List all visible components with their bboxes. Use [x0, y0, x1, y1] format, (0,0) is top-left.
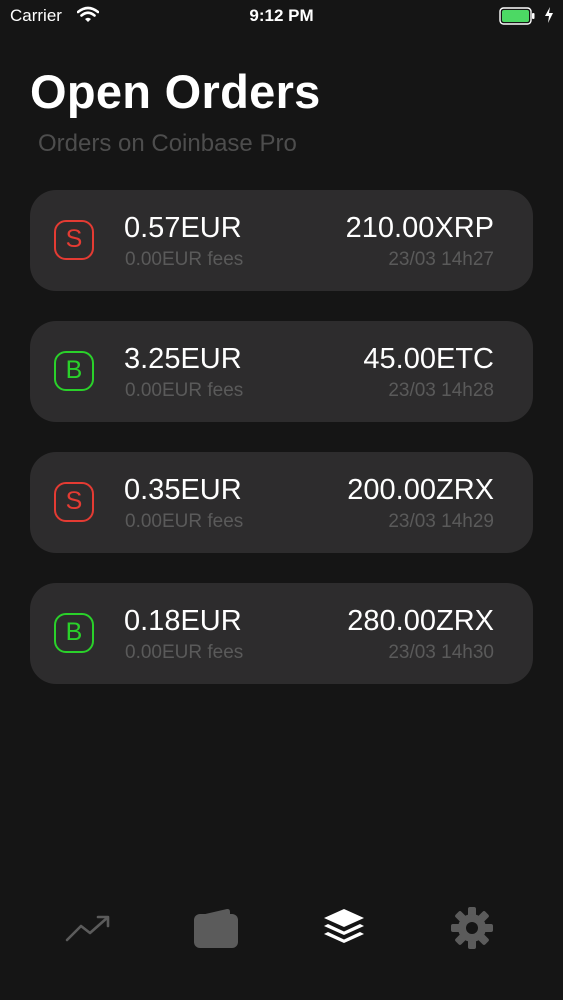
order-datetime: 23/03 14h28: [388, 380, 494, 401]
order-fees: 0.00EUR fees: [125, 511, 244, 532]
tab-orders[interactable]: [314, 900, 374, 960]
order-card[interactable]: B 3.25EUR 0.00EUR fees 45.00ETC 23/03 14…: [30, 321, 533, 422]
status-bar: Carrier 9:12 PM: [0, 0, 563, 32]
order-card[interactable]: S 0.35EUR 0.00EUR fees 200.00ZRX 23/03 1…: [30, 452, 533, 553]
battery-icon: [499, 7, 535, 30]
order-fees: 0.00EUR fees: [125, 380, 244, 401]
order-quantity: 200.00ZRX: [347, 474, 494, 506]
tab-charts[interactable]: [60, 900, 120, 960]
wallet-icon: [193, 907, 239, 954]
page-subtitle: Orders on Coinbase Pro: [38, 130, 297, 157]
gear-icon: [450, 906, 494, 955]
order-amount: 0.35EUR: [124, 474, 242, 506]
order-card[interactable]: B 0.18EUR 0.00EUR fees 280.00ZRX 23/03 1…: [30, 583, 533, 684]
order-card[interactable]: S 0.57EUR 0.00EUR fees 210.00XRP 23/03 1…: [30, 190, 533, 291]
order-fees: 0.00EUR fees: [125, 642, 244, 663]
order-datetime: 23/03 14h30: [388, 642, 494, 663]
order-amount: 3.25EUR: [124, 343, 242, 375]
order-quantity: 210.00XRP: [345, 212, 494, 244]
orders-list: S 0.57EUR 0.00EUR fees 210.00XRP 23/03 1…: [30, 190, 533, 714]
tab-settings[interactable]: [442, 900, 502, 960]
order-fees: 0.00EUR fees: [125, 249, 244, 270]
sell-badge: S: [54, 482, 94, 522]
order-datetime: 23/03 14h29: [388, 511, 494, 532]
layers-icon: [322, 907, 366, 954]
chart-trend-icon: [65, 913, 115, 948]
charging-bolt-icon: [544, 6, 554, 29]
order-amount: 0.18EUR: [124, 605, 242, 637]
page-title: Open Orders: [30, 65, 321, 118]
buy-badge: B: [54, 351, 94, 391]
tab-wallet[interactable]: [186, 900, 246, 960]
sell-badge: S: [54, 220, 94, 260]
status-time: 9:12 PM: [249, 6, 314, 25]
order-datetime: 23/03 14h27: [388, 249, 494, 270]
tab-bar: [0, 900, 563, 960]
order-amount: 0.57EUR: [124, 212, 242, 244]
buy-badge: B: [54, 613, 94, 653]
order-quantity: 280.00ZRX: [347, 605, 494, 637]
order-quantity: 45.00ETC: [363, 343, 494, 375]
